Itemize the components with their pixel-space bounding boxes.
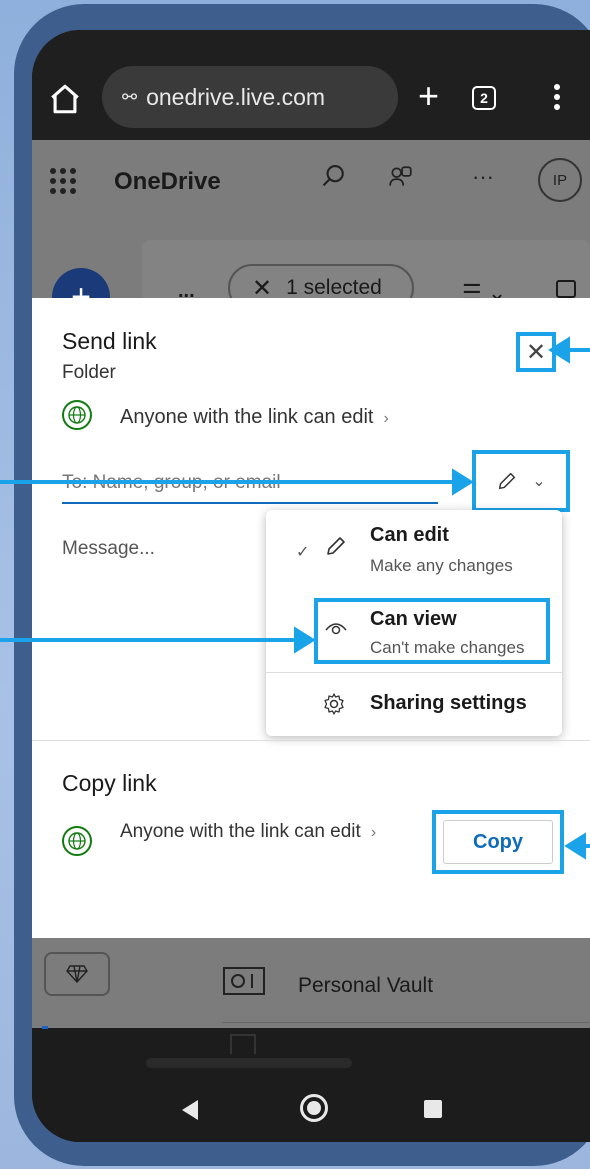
pencil-icon	[327, 537, 345, 555]
tab-switcher-button[interactable]: 2	[472, 86, 496, 110]
new-tab-icon[interactable]: +	[418, 78, 439, 114]
phone-screen: ⚯ onedrive.live.com + 2 OneDrive ··· IP	[32, 30, 590, 1142]
menu-item-label: Sharing settings	[370, 692, 527, 714]
nav-indicator	[42, 1026, 48, 1029]
link-permission-text: Anyone with the link can edit	[120, 406, 374, 428]
address-bar[interactable]: ⚯ onedrive.live.com	[102, 66, 398, 128]
chevron-down-icon: ⌄	[532, 473, 546, 490]
copy-link-permission[interactable]: Anyone with the link can edit ›	[120, 818, 390, 847]
gear-icon	[324, 693, 344, 715]
close-icon: ✕	[525, 338, 547, 366]
back-icon[interactable]	[182, 1100, 198, 1120]
browser-menu-icon[interactable]	[552, 80, 562, 114]
app-launcher-icon[interactable]	[50, 168, 76, 194]
copy-link-title: Copy link	[62, 770, 157, 796]
app-title: OneDrive	[114, 168, 221, 195]
item-type-label: Folder	[62, 362, 116, 383]
avatar[interactable]: IP	[538, 158, 582, 202]
url-text: onedrive.live.com	[146, 83, 326, 110]
close-button[interactable]: ✕	[516, 332, 556, 372]
shared-people-icon[interactable]	[388, 164, 414, 190]
file-icon	[230, 1034, 256, 1054]
permission-menu: ✓ Can edit Make any changes Can view Can…	[266, 510, 562, 736]
menu-item-sharing-settings[interactable]: Sharing settings	[266, 676, 562, 734]
more-options-icon[interactable]: ···	[472, 164, 494, 190]
chevron-right-icon: ›	[370, 824, 377, 841]
premium-button[interactable]	[44, 952, 110, 996]
copy-button-highlight: Copy	[432, 810, 564, 874]
pencil-icon	[499, 472, 516, 490]
gesture-bar[interactable]	[146, 1058, 352, 1068]
site-settings-icon[interactable]: ⚯	[122, 87, 137, 108]
menu-item-description: Make any changes	[370, 556, 513, 575]
recent-apps-icon[interactable]	[424, 1100, 442, 1118]
can-view-highlight	[314, 598, 550, 664]
globe-icon	[62, 400, 92, 430]
message-field[interactable]: Message...	[62, 538, 155, 560]
list-divider	[222, 1022, 590, 1023]
vault-icon	[223, 967, 265, 995]
browser-toolbar: ⚯ onedrive.live.com + 2	[32, 30, 590, 140]
home-circle-icon[interactable]	[300, 1094, 328, 1122]
recipient-input[interactable]	[62, 464, 438, 504]
permission-dropdown-button[interactable]: ⌄	[472, 450, 570, 512]
menu-item-label: Can edit	[370, 524, 449, 546]
link-permission-setting[interactable]: Anyone with the link can edit ›	[120, 406, 389, 429]
menu-item-can-edit[interactable]: ✓ Can edit Make any changes	[266, 510, 562, 594]
system-nav-bar	[32, 1074, 590, 1142]
diamond-icon	[66, 965, 88, 983]
chevron-right-icon: ›	[383, 410, 389, 427]
check-icon: ✓	[296, 544, 310, 561]
globe-icon	[62, 826, 92, 856]
selection-count: 1 selected	[286, 276, 382, 299]
app-header: OneDrive ··· IP	[32, 140, 590, 230]
details-pane-icon[interactable]	[556, 280, 576, 298]
send-link-title: Send link	[62, 328, 157, 354]
list-item-label[interactable]: Personal Vault	[298, 974, 433, 998]
menu-divider	[266, 672, 562, 673]
section-divider	[32, 740, 590, 741]
copy-link-permission-text: Anyone with the link can edit	[120, 821, 361, 842]
share-sheet: Send link Folder ✕ Anyone with the link …	[32, 298, 590, 938]
home-icon[interactable]	[48, 82, 82, 116]
search-icon[interactable]	[320, 162, 348, 190]
copy-button[interactable]: Copy	[443, 820, 553, 864]
